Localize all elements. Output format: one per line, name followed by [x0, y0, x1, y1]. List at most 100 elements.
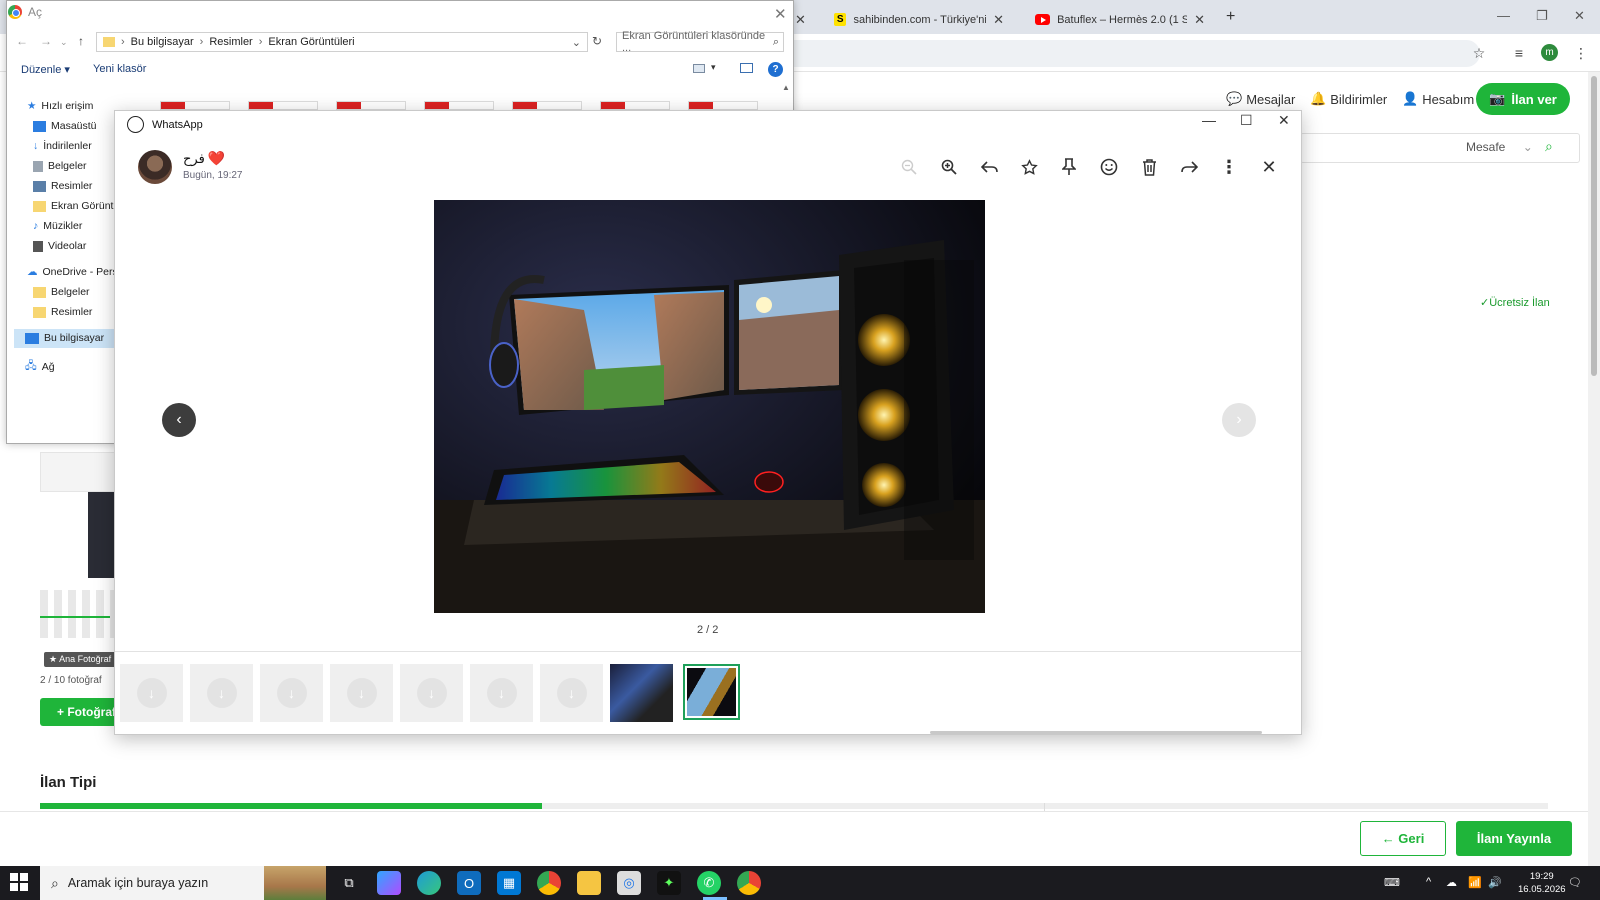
site-search-bar[interactable] — [1300, 133, 1580, 163]
reply-icon[interactable] — [978, 156, 1000, 178]
edge-icon[interactable] — [417, 871, 441, 895]
outlook-icon[interactable]: O — [457, 871, 481, 895]
sender-avatar[interactable] — [138, 150, 172, 184]
chrome-app-icon[interactable]: ◎ — [617, 871, 641, 895]
recent-dropdown-icon[interactable]: ⌄ — [60, 37, 68, 48]
media-thumbnail[interactable]: ↓ — [470, 664, 533, 722]
media-thumbnail[interactable]: ↓ — [120, 664, 183, 722]
minimize-icon[interactable]: — — [1202, 112, 1216, 128]
chevron-down-icon[interactable]: ▾ — [711, 62, 716, 73]
page-scroll-thumb[interactable] — [1591, 76, 1597, 376]
file-thumbnail[interactable] — [600, 101, 670, 110]
notification-center-icon[interactable]: 🗨 — [1568, 876, 1582, 889]
taskbar-search-input[interactable]: ⌕ Aramak için buraya yazın — [40, 866, 326, 900]
post-ad-button[interactable]: 📷 İlan ver — [1476, 83, 1570, 115]
file-thumbnail[interactable] — [512, 101, 582, 110]
nav-item-videos[interactable]: Videolar — [33, 240, 86, 252]
back-arrow-icon[interactable]: ← — [16, 34, 28, 48]
messages-link[interactable]: 💬 Mesajlar — [1226, 91, 1295, 107]
close-viewer-icon[interactable]: ✕ — [1258, 156, 1280, 178]
search-icon[interactable]: ⌕ — [1545, 138, 1553, 155]
keyboard-icon[interactable]: ⌨ — [1384, 876, 1400, 889]
delete-icon[interactable] — [1138, 156, 1160, 178]
up-arrow-icon[interactable]: ↑ — [78, 34, 84, 48]
nav-item-pictures[interactable]: Resimler — [33, 180, 92, 192]
thumbnail-scrollbar[interactable] — [930, 731, 1262, 734]
nav-item-screenshots[interactable]: Ekran Görüntü — [33, 200, 119, 212]
close-window-icon[interactable]: ✕ — [1278, 112, 1290, 129]
breadcrumb-this-pc[interactable]: Bu bilgisayar — [131, 36, 194, 48]
onedrive-icon[interactable]: ☁ — [1446, 876, 1457, 889]
new-folder-button[interactable]: Yeni klasör — [93, 63, 146, 75]
task-view-icon[interactable]: ⧉ — [337, 871, 361, 895]
file-thumbnail[interactable] — [248, 101, 318, 110]
volume-icon[interactable]: 🔊 — [1488, 876, 1502, 889]
nav-item-documents[interactable]: Belgeler — [33, 160, 87, 172]
restore-icon[interactable]: ❐ — [1536, 8, 1548, 24]
media-thumbnail[interactable]: ↓ — [330, 664, 393, 722]
store-icon[interactable]: ▦ — [497, 871, 521, 895]
photo-thumbnail[interactable] — [88, 492, 115, 578]
nav-item-desktop[interactable]: Masaüstü — [33, 120, 97, 132]
pin-icon[interactable] — [1058, 156, 1080, 178]
nav-item-network[interactable]: 🖧 Ağ — [25, 358, 55, 376]
breadcrumb-screenshots[interactable]: Ekran Görüntüleri — [268, 36, 354, 48]
game-app-icon[interactable]: ✦ — [657, 871, 681, 895]
media-thumbnail-selected[interactable] — [683, 664, 740, 720]
media-thumbnail[interactable]: ↓ — [190, 664, 253, 722]
file-thumbnail[interactable] — [424, 101, 494, 110]
next-media-button[interactable]: › — [1222, 403, 1256, 437]
profile-avatar[interactable]: m — [1541, 44, 1558, 61]
media-thumbnail[interactable]: ↓ — [400, 664, 463, 722]
view-options-icon[interactable] — [693, 64, 705, 73]
media-thumbnail[interactable]: ↓ — [540, 664, 603, 722]
taskbar-clock[interactable]: 19:29 16.05.2026 — [1518, 870, 1566, 896]
tab-sahibinden[interactable]: S sahibinden.com - Türkiye'nin O ✕ — [824, 5, 1014, 34]
file-thumbnail[interactable] — [688, 101, 758, 110]
tab-close-icon[interactable]: ✕ — [993, 12, 1004, 28]
breadcrumb-pictures[interactable]: Resimler — [209, 36, 252, 48]
new-tab-button[interactable]: + — [1226, 8, 1235, 26]
tab-close-icon[interactable]: ✕ — [1194, 12, 1205, 28]
previous-media-button[interactable]: ‹ — [162, 403, 196, 437]
notifications-link[interactable]: 🔔 Bildirimler — [1310, 91, 1387, 107]
file-explorer-icon[interactable] — [577, 871, 601, 895]
windows-start-icon[interactable] — [10, 873, 28, 891]
publish-button[interactable]: İlanı Yayınla — [1456, 821, 1572, 856]
chrome-icon[interactable] — [537, 871, 561, 895]
media-photo[interactable] — [434, 200, 985, 613]
media-thumbnail[interactable] — [610, 664, 673, 722]
nav-item-onedrive[interactable]: ☁ OneDrive - Perso — [27, 266, 124, 278]
dialog-search-input[interactable]: Ekran Görüntüleri klasöründe ... ⌕ — [616, 30, 784, 54]
copilot-icon[interactable] — [377, 871, 401, 895]
nav-item-downloads[interactable]: ↓ İndirilenler — [33, 140, 92, 152]
file-thumbnail[interactable] — [160, 101, 230, 110]
media-thumbnail[interactable]: ↓ — [260, 664, 323, 722]
address-bar[interactable] — [780, 40, 1480, 67]
organize-menu[interactable]: Düzenle ▾ — [21, 63, 70, 76]
forward-arrow-icon[interactable]: → — [40, 34, 52, 48]
more-options-icon[interactable]: ⋮ — [1218, 156, 1240, 178]
minimize-icon[interactable]: — — [1497, 8, 1510, 23]
distance-select[interactable]: Mesafe ⌄ — [1466, 140, 1533, 154]
scroll-up-arrow-icon[interactable]: ▲ — [782, 83, 790, 92]
zoom-out-icon[interactable] — [898, 156, 920, 178]
emoji-icon[interactable] — [1098, 156, 1120, 178]
forward-icon[interactable] — [1178, 156, 1200, 178]
nav-item-onedrive-documents[interactable]: Belgeler — [33, 286, 90, 298]
tab-youtube[interactable]: Batuflex – Hermès 2.0 (1 Saat K ✕ — [1025, 5, 1215, 34]
media-control-icon[interactable]: ≡ — [1510, 44, 1528, 62]
nav-item-music[interactable]: ♪ Müzikler — [33, 220, 82, 232]
star-icon[interactable] — [1018, 156, 1040, 178]
maximize-icon[interactable]: ☐ — [1240, 112, 1253, 129]
nav-item-quick-access[interactable]: ★ Hızlı erişim — [27, 100, 93, 112]
nav-item-this-pc[interactable]: Bu bilgisayar — [25, 332, 104, 344]
dialog-address-bar[interactable]: › Bu bilgisayar › Resimler › Ekran Görün… — [96, 32, 588, 52]
network-icon[interactable]: 📶 — [1468, 876, 1482, 889]
nav-item-onedrive-pictures[interactable]: Resimler — [33, 306, 92, 318]
menu-kebab-icon[interactable]: ⋮ — [1572, 44, 1590, 62]
back-button[interactable]: ← Geri — [1360, 821, 1446, 856]
close-window-icon[interactable]: ✕ — [1574, 8, 1585, 24]
refresh-icon[interactable]: ↻ — [592, 34, 602, 48]
zoom-in-icon[interactable] — [938, 156, 960, 178]
